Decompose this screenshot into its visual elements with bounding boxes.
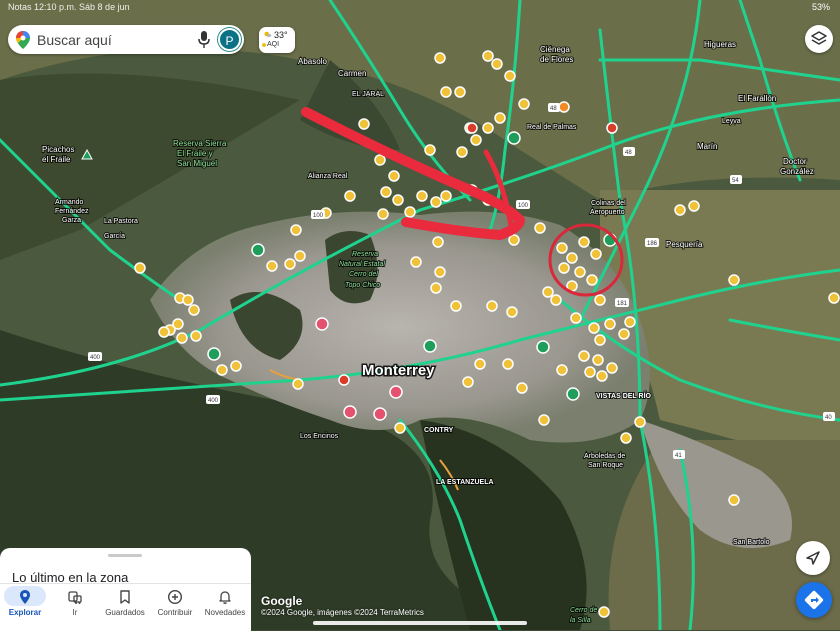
road-shield: 400 — [208, 398, 219, 404]
nav-novedades[interactable]: Novedades — [200, 584, 250, 631]
map-label: Natural Estatal — [339, 261, 385, 268]
map-label: El Fraile y — [177, 149, 213, 158]
bookmark-icon — [120, 590, 130, 604]
road-shield: 54 — [732, 178, 739, 184]
map-label: Arboledas de — [584, 453, 625, 460]
map-label: El Fara­llón — [738, 94, 776, 103]
road-shield: 100 — [518, 203, 529, 209]
temperature: 33° — [274, 30, 288, 40]
directions-icon — [804, 590, 824, 610]
microphone-icon[interactable] — [198, 31, 210, 48]
road-shield: 186 — [647, 241, 658, 247]
bottom-nav: Explorar Ir Guardados Contribuir Novedad… — [0, 583, 251, 631]
home-indicator[interactable] — [313, 621, 527, 625]
map-label: Armando — [55, 199, 84, 206]
map-label: San Miguel — [177, 159, 217, 168]
map-label: LA ESTANZUELA — [436, 479, 494, 486]
map-label: San Roque — [588, 462, 623, 469]
bell-icon — [219, 591, 231, 604]
aqi-label: AQI — [267, 41, 280, 48]
sheet-handle[interactable] — [108, 554, 142, 557]
satellite-map[interactable]: 100 100 48 186 181 400 400 40 41 54 48 A… — [0, 0, 840, 630]
map-label: Carmen — [338, 69, 366, 78]
map-label: Real de Palmas — [527, 124, 577, 131]
weather-chip[interactable]: 33° AQI — [259, 27, 295, 53]
map-label: la Silla — [570, 617, 591, 624]
aqi-dot-icon — [262, 43, 266, 47]
map-label: La Pastora — [104, 218, 138, 225]
map-label: EL JARAL — [352, 91, 384, 98]
map-label: Reserva — [352, 251, 378, 258]
nav-contribuir[interactable]: Contribuir — [150, 584, 200, 631]
road-shield: 181 — [617, 301, 628, 307]
map-label: Cerro del — [349, 271, 378, 278]
add-circle-icon — [167, 589, 183, 605]
road-shield: 48 — [550, 106, 557, 112]
status-bar: Notas 12:10 p.m. Sáb 8 de jun 53% — [0, 0, 840, 14]
map-label: Marín — [697, 142, 717, 151]
map-label: Ciénega — [540, 45, 570, 54]
maps-pin-icon — [16, 31, 30, 49]
map-label: Abasolo — [298, 57, 327, 66]
map-label: Topo Chico — [345, 282, 380, 289]
commute-icon — [68, 591, 82, 604]
nav-label: Ir — [72, 608, 78, 617]
map-label: Fernández — [55, 208, 89, 215]
map-label: Reserva Sierra — [173, 139, 227, 148]
road-shield: 400 — [90, 355, 101, 361]
road-shield: 100 — [313, 213, 324, 219]
city-label: Monterrey — [362, 362, 435, 379]
map-label: García — [104, 233, 125, 240]
navigation-arrow-icon — [806, 551, 820, 565]
nav-label: Contribuir — [157, 608, 193, 617]
directions-button[interactable] — [796, 582, 832, 618]
map-label: Colinas del — [591, 200, 626, 207]
map-label: VISTAS DEL RÍO — [596, 391, 652, 400]
search-bar[interactable]: Buscar aquí P — [8, 25, 244, 54]
layers-button[interactable] — [805, 25, 833, 53]
nav-label: Novedades — [204, 608, 246, 617]
map-label: Cerro de — [570, 607, 597, 614]
road-shield: 40 — [825, 415, 832, 421]
nav-explorar[interactable]: Explorar — [0, 584, 50, 631]
search-input[interactable]: Buscar aquí — [37, 32, 112, 48]
map-attribution: ©2024 Google, imágenes ©2024 TerraMetric… — [261, 608, 424, 617]
nav-label: Explorar — [8, 608, 42, 617]
map-label: San Bartolo — [733, 539, 770, 546]
nav-label: Guardados — [105, 608, 145, 617]
location-pin-icon — [20, 590, 30, 604]
road-shield: 41 — [675, 453, 682, 459]
map-label: Higueras — [704, 40, 736, 49]
map-label: Leyva — [722, 118, 741, 125]
map-label: González — [780, 167, 814, 176]
battery-level: 53% — [811, 2, 830, 12]
road-shield: 48 — [625, 150, 632, 156]
map-label: Garza — [62, 217, 81, 224]
nav-ir[interactable]: Ir — [50, 584, 100, 631]
map-label: Doctor — [783, 157, 807, 166]
map-label: Alianza Real — [308, 173, 348, 180]
google-logo: Google — [261, 594, 303, 608]
nav-guardados[interactable]: Guardados — [100, 584, 150, 631]
map-label: Aeropuerto — [590, 209, 625, 216]
map-label: de Flores — [540, 55, 573, 64]
avatar[interactable]: P — [218, 28, 241, 51]
weather-icon — [264, 31, 272, 37]
map-label: CONTRY — [424, 427, 454, 434]
map-label: Pesquería — [666, 240, 703, 249]
map-label: Los Encinos — [300, 433, 339, 440]
my-location-button[interactable] — [796, 541, 830, 575]
status-left: Notas 12:10 p.m. Sáb 8 de jun — [8, 2, 130, 12]
map-label: Picachos — [42, 145, 74, 154]
map-label: el Fraile — [42, 155, 71, 164]
layers-icon — [811, 31, 827, 45]
